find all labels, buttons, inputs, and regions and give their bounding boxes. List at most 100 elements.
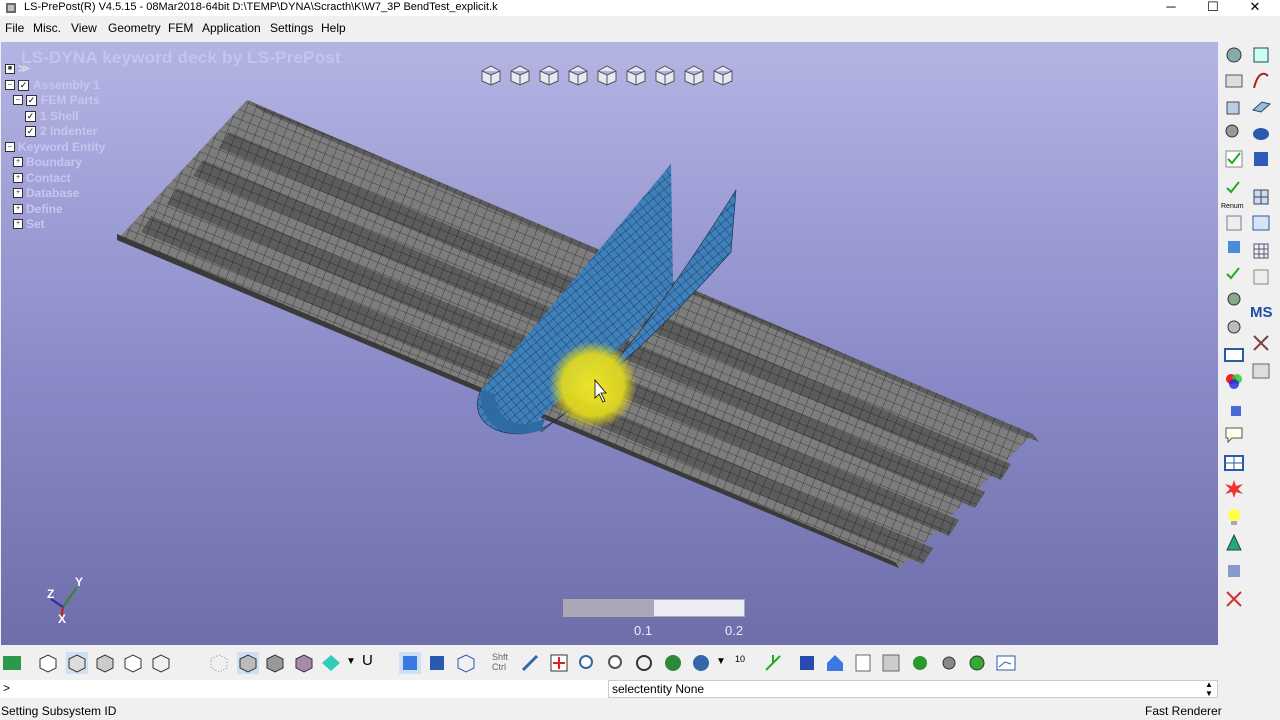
checker-icon[interactable] xyxy=(880,652,902,674)
gears-icon[interactable] xyxy=(1223,288,1245,310)
model-check-icon[interactable] xyxy=(1223,262,1245,284)
fringe-plot-icon[interactable] xyxy=(320,652,342,674)
view-cube-icon[interactable] xyxy=(508,63,532,87)
close-button[interactable]: ✕ xyxy=(1232,0,1278,16)
outline-icon[interactable] xyxy=(150,652,172,674)
block-icon[interactable] xyxy=(1250,148,1272,170)
view-cube-icon[interactable] xyxy=(537,63,561,87)
color-wheel-icon[interactable] xyxy=(1223,370,1245,392)
menu-application[interactable]: Application xyxy=(202,21,261,35)
tree-item-database[interactable]: + Database xyxy=(13,186,79,200)
maximize-button[interactable]: ☐ xyxy=(1190,0,1236,16)
expand-icon[interactable]: – xyxy=(5,142,15,152)
view-cube-icon[interactable] xyxy=(624,63,648,87)
graphics-viewport[interactable]: LS-DYNA keyword deck by LS-PrePost ■ ≫ –… xyxy=(1,42,1218,645)
minimize-button[interactable]: ─ xyxy=(1148,0,1194,16)
selection-icon[interactable] xyxy=(1223,398,1245,420)
expand-icon[interactable]: + xyxy=(13,157,23,167)
select-entity-box[interactable]: selectentity None ▲ ▼ xyxy=(608,680,1218,698)
center-icon[interactable] xyxy=(548,652,570,674)
view-cube-icon[interactable] xyxy=(595,63,619,87)
rotate-icon[interactable] xyxy=(633,652,655,674)
blue-cube-icon[interactable] xyxy=(1223,236,1245,258)
tree-item-boundary[interactable]: + Boundary xyxy=(13,155,82,169)
zoom-icon[interactable] xyxy=(576,652,598,674)
spinner-icon[interactable]: ▲ ▼ xyxy=(1205,680,1213,698)
element-tools-icon[interactable] xyxy=(1223,44,1245,66)
settings-gear-icon[interactable] xyxy=(1223,122,1245,144)
mesh-lines-icon[interactable] xyxy=(122,652,144,674)
split-window-icon[interactable] xyxy=(1223,452,1245,474)
points-icon[interactable] xyxy=(208,652,230,674)
table-icon[interactable] xyxy=(1250,212,1272,234)
tree-keyword-entity[interactable]: – Keyword Entity xyxy=(5,140,105,154)
view-cube-icon[interactable] xyxy=(653,63,677,87)
u-label[interactable]: U xyxy=(362,652,373,669)
chart-icon[interactable] xyxy=(995,652,1017,674)
notes-icon[interactable] xyxy=(852,652,874,674)
tree-fem-parts[interactable]: – ✓ FEM Parts xyxy=(13,93,100,107)
home-view-icon[interactable] xyxy=(1,652,23,674)
expand-icon[interactable]: + xyxy=(13,173,23,183)
tree-part-1[interactable]: ✓ 1 Shell xyxy=(25,109,79,123)
list-icon[interactable] xyxy=(1223,212,1245,234)
move-copy-icon[interactable] xyxy=(1250,44,1272,66)
cube-blue-icon[interactable] xyxy=(426,652,448,674)
ten-label[interactable]: 10 xyxy=(735,654,745,664)
cross-icon[interactable] xyxy=(1223,588,1245,610)
fringe-icon[interactable] xyxy=(1223,560,1245,582)
tree-assembly[interactable]: – ✓ Assembly 1 xyxy=(5,78,100,92)
expand-icon[interactable]: – xyxy=(13,95,23,105)
hidden-line-icon[interactable] xyxy=(94,652,116,674)
image-icon[interactable] xyxy=(1250,360,1272,382)
menu-geometry[interactable]: Geometry xyxy=(108,21,161,35)
expand-icon[interactable]: + xyxy=(13,188,23,198)
check-list-icon[interactable] xyxy=(1223,176,1245,198)
sphere-icon[interactable] xyxy=(690,652,712,674)
mesh-grid-icon[interactable] xyxy=(1250,186,1272,208)
menu-fem[interactable]: FEM xyxy=(168,21,193,35)
menu-misc[interactable]: Misc. xyxy=(33,21,61,35)
solid-icon[interactable] xyxy=(1250,122,1272,144)
tree-item-contact[interactable]: + Contact xyxy=(13,171,71,185)
color-shade-icon[interactable] xyxy=(293,652,315,674)
part-1-checkbox[interactable]: ✓ xyxy=(25,110,36,122)
dropdown-arrow-icon[interactable]: ▼ xyxy=(716,656,726,667)
view-cube-icon[interactable] xyxy=(479,63,503,87)
tree-part-2[interactable]: ✓ 2 Indenter xyxy=(25,124,97,138)
tree-item-define[interactable]: + Define xyxy=(13,202,63,216)
feature-line-icon[interactable] xyxy=(237,652,259,674)
view-cube-icon[interactable] xyxy=(682,63,706,87)
tree-item-set[interactable]: + Set xyxy=(13,217,45,231)
view-cube-icon[interactable] xyxy=(566,63,590,87)
shft-ctrl-label[interactable]: Shft Ctrl xyxy=(492,652,514,672)
expand-icon[interactable]: + xyxy=(13,204,23,214)
tree-model-icon[interactable] xyxy=(1223,532,1245,554)
menu-help[interactable]: Help xyxy=(321,21,346,35)
view-cube-icon[interactable] xyxy=(711,63,735,87)
menu-view[interactable]: View xyxy=(71,21,97,35)
zoom-window-icon[interactable] xyxy=(605,652,627,674)
assembly-checkbox[interactable]: ✓ xyxy=(18,79,29,91)
part-color-icon[interactable] xyxy=(1223,316,1245,338)
green-sphere-icon[interactable] xyxy=(909,652,931,674)
window-icon[interactable] xyxy=(1223,344,1245,366)
fem-model[interactable] xyxy=(1,42,1218,645)
ms-label[interactable]: MS xyxy=(1250,304,1273,321)
mesh-icon[interactable] xyxy=(1223,70,1245,92)
tree-toggle[interactable]: ■ ≫ xyxy=(5,62,30,75)
solid-cube-icon[interactable] xyxy=(399,652,421,674)
explode-icon[interactable] xyxy=(1223,478,1245,500)
light-bulb-icon[interactable] xyxy=(1223,506,1245,528)
animation-timeline-slider[interactable] xyxy=(563,599,745,617)
expand-icon[interactable]: – xyxy=(5,80,15,90)
part-2-checkbox[interactable]: ✓ xyxy=(25,125,36,137)
fem-parts-checkbox[interactable]: ✓ xyxy=(26,94,37,106)
pick-icon[interactable] xyxy=(519,652,541,674)
tools-icon[interactable] xyxy=(1250,332,1272,354)
box-icon[interactable] xyxy=(796,652,818,674)
grid-shade-icon[interactable] xyxy=(264,652,286,674)
wireframe-icon[interactable] xyxy=(37,652,59,674)
globe-icon[interactable] xyxy=(662,652,684,674)
annotation-icon[interactable] xyxy=(1223,424,1245,446)
